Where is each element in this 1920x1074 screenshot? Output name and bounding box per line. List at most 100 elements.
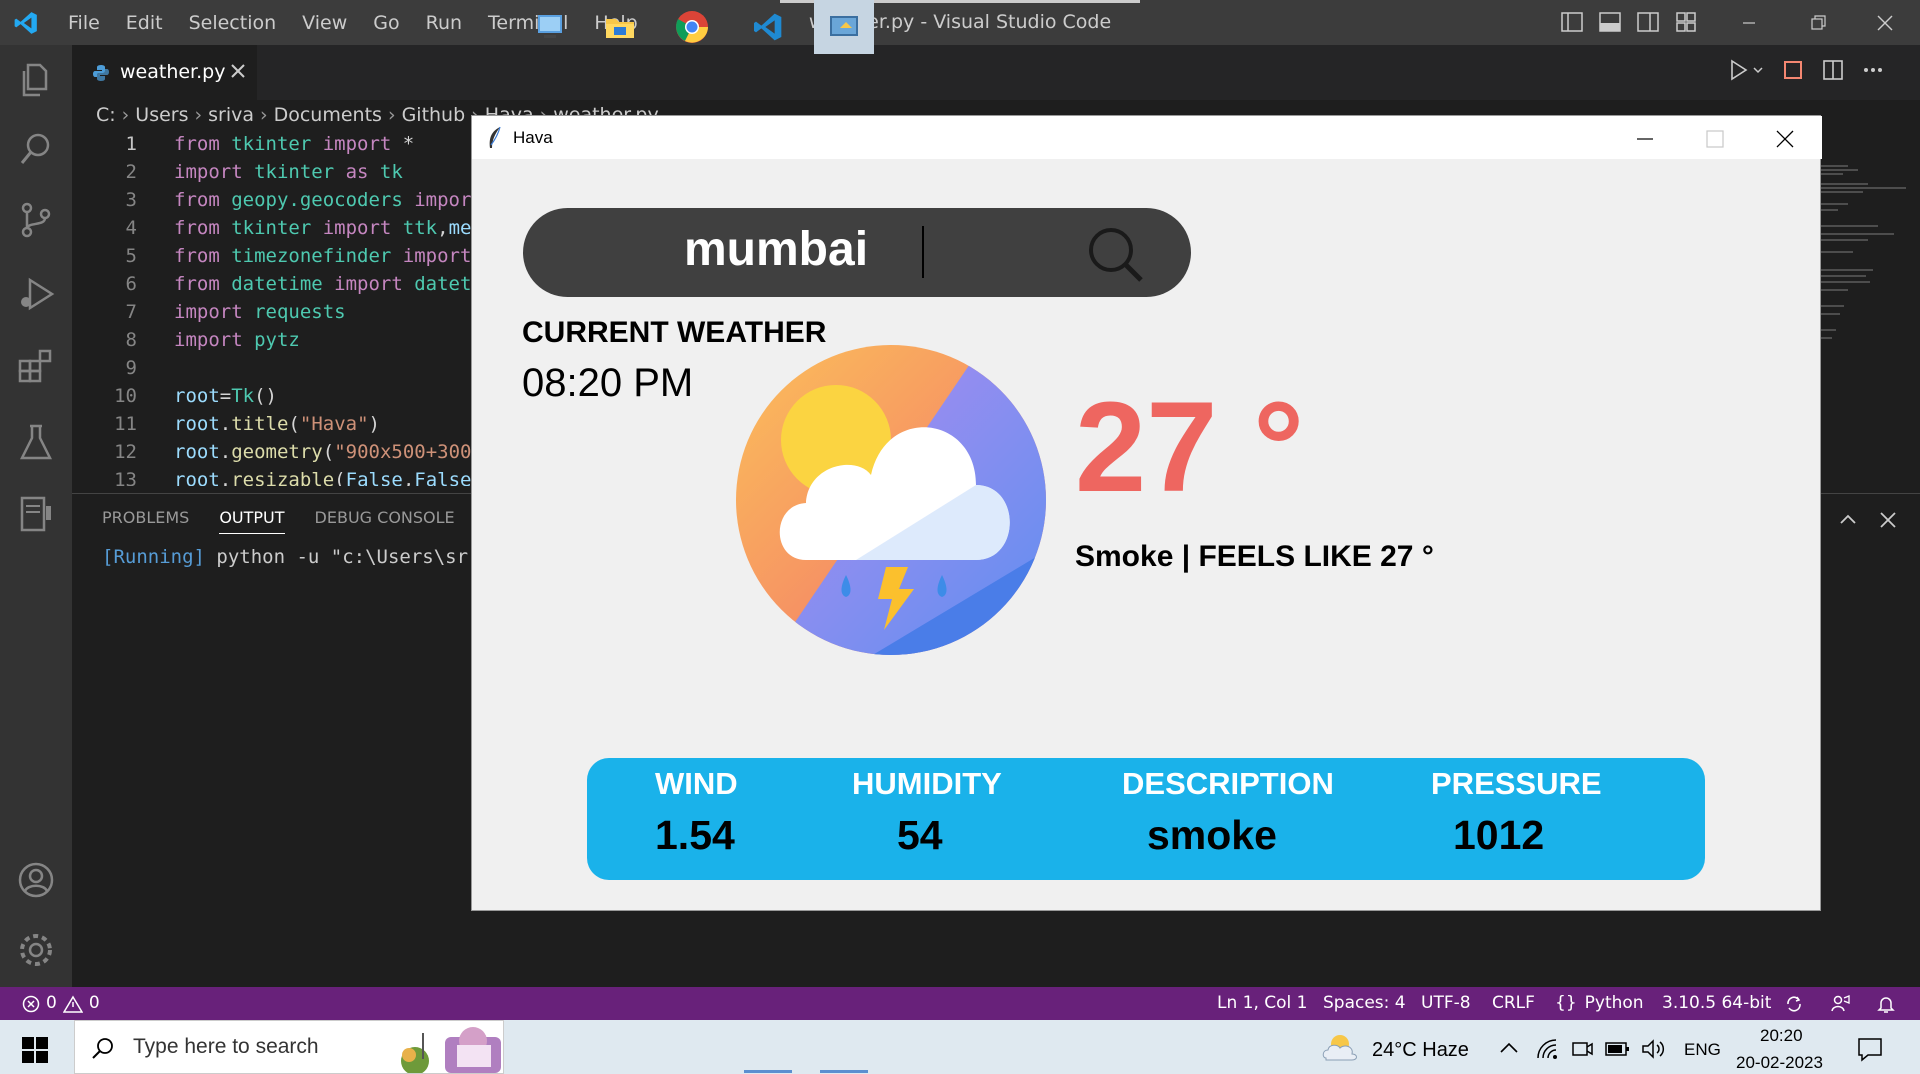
- minimize-button[interactable]: [1714, 0, 1784, 45]
- remote-explorer-icon[interactable]: [14, 492, 58, 536]
- language-label: Python: [1584, 993, 1644, 1013]
- breadcrumb-documents[interactable]: Documents: [274, 104, 382, 126]
- code-editor[interactable]: 1 from tkinter import * 2 import tkinter as…: [72, 130, 472, 486]
- city-search-bar[interactable]: mumbai: [523, 208, 1191, 297]
- search-icon[interactable]: [14, 127, 58, 171]
- sync-icon[interactable]: [1784, 994, 1804, 1014]
- split-editor-icon[interactable]: [1822, 59, 1844, 81]
- code-token: tkinter: [231, 217, 323, 239]
- toggle-primary-sidebar-icon[interactable]: [1560, 10, 1584, 34]
- breadcrumb-sriva[interactable]: sriva: [208, 104, 254, 126]
- code-token: import: [174, 301, 255, 323]
- app-minimize-icon[interactable]: [1636, 130, 1654, 148]
- app-title: Hava: [513, 128, 553, 147]
- run-python-file-icon[interactable]: [1728, 58, 1764, 82]
- volume-icon[interactable]: [1640, 1038, 1666, 1060]
- app-close-icon[interactable]: [1776, 130, 1794, 148]
- line-number: 10: [114, 385, 137, 407]
- tab-weather-py[interactable]: weather.py: [72, 45, 257, 100]
- settings-gear-icon[interactable]: [14, 928, 58, 972]
- code-token: .: [219, 413, 232, 435]
- line-number: 2: [125, 161, 137, 183]
- clock-date[interactable]: 20-02-2023: [1736, 1053, 1823, 1073]
- notification-center-icon[interactable]: [1856, 1036, 1884, 1062]
- notifications-bell-icon[interactable]: [1876, 994, 1896, 1014]
- feedback-icon[interactable]: [1830, 994, 1850, 1014]
- python-app-taskbar[interactable]: [814, 0, 874, 54]
- source-control-icon[interactable]: [14, 198, 58, 242]
- chrome-app[interactable]: [662, 0, 722, 54]
- menu-view[interactable]: View: [289, 12, 360, 34]
- problems-status[interactable]: 0 0: [22, 987, 100, 1020]
- maximize-panel-icon[interactable]: [1836, 508, 1860, 532]
- menu-file[interactable]: File: [55, 12, 113, 34]
- input-language[interactable]: ENG: [1684, 1040, 1721, 1060]
- breadcrumb-users[interactable]: Users: [135, 104, 188, 126]
- toggle-panel-icon[interactable]: [1598, 10, 1622, 34]
- code-token: impor: [414, 189, 472, 211]
- code-token: "900x500+300: [334, 441, 472, 463]
- code-token: root: [174, 441, 220, 463]
- windows-start-icon[interactable]: [22, 1037, 48, 1063]
- taskbar-search-icon: [92, 1038, 113, 1059]
- humidity-label: HUMIDITY: [852, 766, 1002, 801]
- code-token: from: [174, 245, 232, 267]
- code-token: .: [219, 441, 232, 463]
- braces-icon: {}: [1555, 993, 1577, 1013]
- stop-icon[interactable]: [1782, 59, 1804, 81]
- run-debug-icon[interactable]: [14, 272, 58, 316]
- tab-debug-console[interactable]: DEBUG CONSOLE: [315, 508, 455, 534]
- menu-run[interactable]: Run: [413, 12, 475, 34]
- more-actions-icon[interactable]: [1862, 59, 1884, 81]
- network-wifi-icon[interactable]: [1536, 1038, 1560, 1060]
- indentation[interactable]: Spaces: 4: [1323, 987, 1406, 1020]
- close-button[interactable]: [1850, 0, 1920, 45]
- task-view-app[interactable]: [520, 0, 580, 54]
- vscode-taskbar-app[interactable]: [738, 0, 798, 54]
- cursor-position[interactable]: Ln 1, Col 1: [1217, 987, 1308, 1020]
- extensions-icon[interactable]: [14, 345, 58, 389]
- code-token: as: [345, 161, 380, 183]
- line-number: 1: [125, 133, 137, 155]
- output-running-label: [Running]: [102, 546, 205, 568]
- battery-icon[interactable]: [1604, 1040, 1630, 1058]
- testing-icon[interactable]: [14, 420, 58, 464]
- close-panel-icon[interactable]: [1876, 508, 1900, 532]
- show-hidden-icons-chevron-icon[interactable]: [1498, 1040, 1520, 1056]
- menu-selection[interactable]: Selection: [176, 12, 290, 34]
- line-code: from tkinter import *: [174, 130, 414, 158]
- breadcrumb-github[interactable]: Github: [402, 104, 466, 126]
- encoding[interactable]: UTF-8: [1421, 987, 1471, 1020]
- explorer-icon[interactable]: [14, 57, 58, 101]
- tab-output[interactable]: OUTPUT: [219, 508, 285, 534]
- breadcrumb-drive[interactable]: C:: [96, 104, 116, 126]
- restore-button[interactable]: [1783, 0, 1853, 45]
- accounts-icon[interactable]: [14, 858, 58, 902]
- end-of-line[interactable]: CRLF: [1492, 987, 1535, 1020]
- meet-now-icon[interactable]: [1570, 1038, 1594, 1060]
- customize-layout-icon[interactable]: [1674, 10, 1698, 34]
- weather-stats-bar: WIND 1.54 HUMIDITY 54 DESCRIPTION smoke …: [587, 758, 1705, 880]
- file-explorer-app[interactable]: [590, 0, 650, 54]
- taskbar-weather-text[interactable]: 24°C Haze: [1372, 1039, 1469, 1062]
- warning-count: 0: [88, 993, 100, 1013]
- city-search-input[interactable]: mumbai: [684, 222, 868, 277]
- menu-go[interactable]: Go: [360, 12, 412, 34]
- tab-problems[interactable]: PROBLEMS: [102, 508, 189, 534]
- menu-edit[interactable]: Edit: [113, 12, 176, 34]
- line-code: from geopy.geocoders impor: [174, 186, 471, 214]
- code-token: import: [174, 161, 255, 183]
- code-token: ,: [437, 217, 449, 239]
- search-magnifier-icon[interactable]: [1085, 224, 1145, 284]
- panel-tabs: PROBLEMS OUTPUT DEBUG CONSOLE: [102, 508, 455, 534]
- tab-close-icon[interactable]: [227, 60, 249, 82]
- line-code: root.title("Hava"): [174, 410, 380, 438]
- line-number: 12: [114, 441, 137, 463]
- clock-time[interactable]: 20:20: [1760, 1026, 1803, 1046]
- toggle-secondary-sidebar-icon[interactable]: [1636, 10, 1660, 34]
- python-interpreter[interactable]: 3.10.5 64-bit: [1662, 987, 1771, 1020]
- code-token: (: [322, 441, 335, 463]
- language-mode[interactable]: {} Python: [1555, 987, 1644, 1020]
- taskbar-search-box[interactable]: Type here to search: [74, 1020, 504, 1074]
- code-token: root: [174, 469, 220, 486]
